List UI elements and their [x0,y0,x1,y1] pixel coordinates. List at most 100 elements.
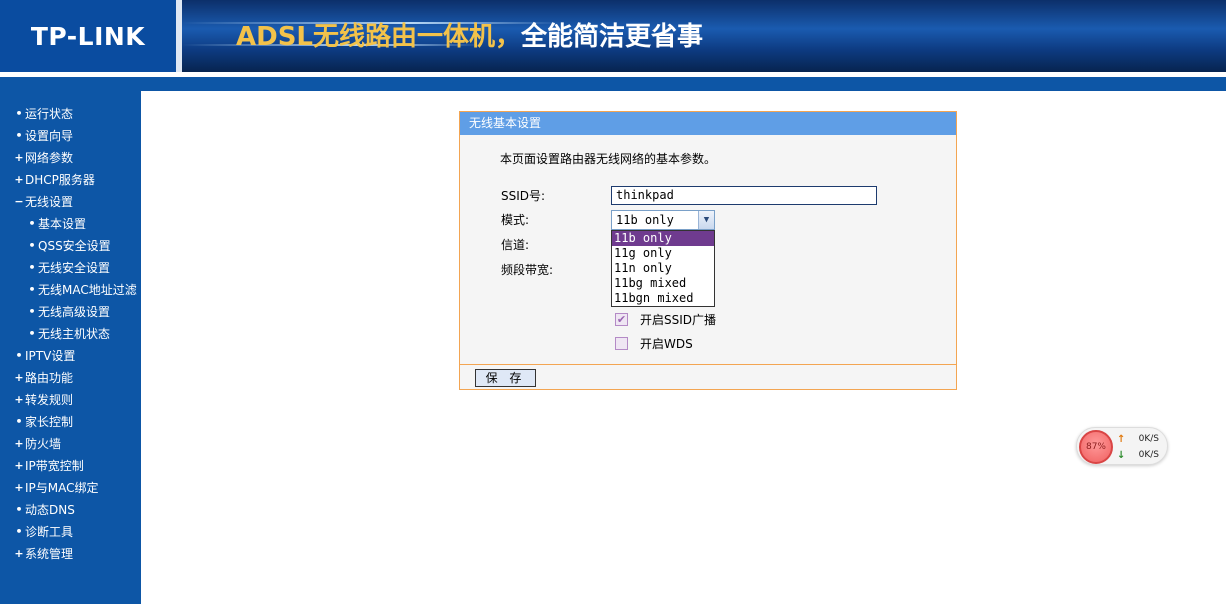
sidebar-item[interactable]: • 设置向导 [0,125,141,147]
slogan-part2: 全能简洁更省事 [521,22,704,52]
sidebar-item-label: IPTV设置 [25,349,76,363]
expand-icon: + [14,393,24,406]
sidebar-item[interactable]: • 运行状态 [0,103,141,125]
panel-footer: 保 存 [460,364,956,389]
sidebar-item[interactable]: • 家长控制 [0,411,141,433]
sidebar-item[interactable]: + 防火墙 [0,433,141,455]
sidebar-item-label: 运行状态 [25,107,74,121]
ssid-broadcast-label: 开启SSID广播 [640,313,717,327]
sidebar-item-label: 网络参数 [25,151,74,165]
expand-icon: + [14,371,24,384]
sidebar-item-label: 无线高级设置 [38,305,111,319]
wds-row: 开启WDS [615,335,693,352]
mode-dropdown-list: 11b only 11g only 11n only 11bg mixed 11… [611,230,715,307]
download-speed-value: 0K/S [1138,450,1159,460]
network-speed-widget[interactable]: 87% ↑ 0K/S ↓ 0K/S [1076,427,1168,465]
sidebar-item-label: 系统管理 [25,547,74,561]
channel-label: 信道: [501,238,530,252]
bullet-icon: • [28,261,36,274]
sidebar-item[interactable]: • 基本设置 [0,213,141,235]
sidebar-item[interactable]: • 动态DNS [0,499,141,521]
sidebar-item[interactable]: • 无线安全设置 [0,257,141,279]
chevron-down-icon[interactable]: ▼ [698,211,714,229]
ssid-broadcast-row: ✔ 开启SSID广播 [615,311,716,328]
save-button[interactable]: 保 存 [475,369,536,387]
upload-speed-value: 0K/S [1138,434,1159,444]
panel-title: 无线基本设置 [460,112,956,135]
sidebar-item-label: 路由功能 [25,371,74,385]
wireless-basic-settings-panel: 无线基本设置 本页面设置路由器无线网络的基本参数。 SSID号: thinkpa… [459,111,957,390]
panel-description: 本页面设置路由器无线网络的基本参数。 [500,152,717,166]
sidebar-item-label: 防火墙 [25,437,62,451]
sidebar-item-label: 无线主机状态 [38,327,111,341]
arrow-down-icon: ↓ [1117,450,1126,461]
sidebar-nav: • 运行状态 • 设置向导 + 网络参数 + DHCP服务器 − 无线设置 • 基本设置 • QSS安全设… [0,103,141,565]
bullet-icon: • [15,503,23,516]
expand-icon: + [14,437,24,450]
sidebar-item-label: 无线设置 [25,195,74,209]
sidebar-item[interactable]: • 无线主机状态 [0,323,141,345]
logo-text: TP-LINK [30,21,146,51]
collapse-icon: − [14,195,24,208]
expand-icon: + [14,173,24,186]
bullet-icon: • [15,129,23,142]
sidebar-item[interactable]: + DHCP服务器 [0,169,141,191]
ssid-broadcast-checkbox[interactable]: ✔ [615,313,628,326]
mode-option[interactable]: 11bgn mixed [612,291,714,306]
sidebar-item[interactable]: • 诊断工具 [0,521,141,543]
slogan-part1: ADSL无线路由一体机， [236,22,521,52]
sidebar-item-label: 无线MAC地址过滤 [38,283,137,297]
sidebar-item-label: 动态DNS [25,503,75,517]
sidebar-item-label: 家长控制 [25,415,74,429]
sidebar-item-label: 无线安全设置 [38,261,111,275]
bullet-icon: • [15,349,23,362]
bullet-icon: • [28,239,36,252]
sidebar-item[interactable]: + 网络参数 [0,147,141,169]
bullet-icon: • [28,217,36,230]
sidebar-item[interactable]: • QSS安全设置 [0,235,141,257]
mode-label: 模式: [501,213,530,227]
header: TP-LINK ADSL无线路由一体机，全能简洁更省事 [0,0,1226,72]
sidebar-item[interactable]: + 系统管理 [0,543,141,565]
bullet-icon: • [28,283,36,296]
mode-option[interactable]: 11n only [612,261,714,276]
sidebar-item[interactable]: − 无线设置 [0,191,141,213]
expand-icon: + [14,459,24,472]
header-band [0,77,1226,91]
usage-percent-badge: 87% [1079,430,1113,464]
sidebar-item-label: 诊断工具 [25,525,74,539]
bullet-icon: • [28,327,36,340]
bullet-icon: • [28,305,36,318]
sidebar-item-label: IP带宽控制 [25,459,84,473]
tp-link-logo: TP-LINK [0,0,176,72]
bandwidth-label: 频段带宽: [501,263,554,277]
sidebar-item[interactable]: • 无线MAC地址过滤 [0,279,141,301]
bullet-icon: • [15,107,23,120]
expand-icon: + [14,547,24,560]
bullet-icon: • [15,525,23,538]
sidebar-item[interactable]: + 转发规则 [0,389,141,411]
wds-checkbox[interactable] [615,337,628,350]
arrow-up-icon: ↑ [1117,434,1126,445]
sidebar-item[interactable]: • 无线高级设置 [0,301,141,323]
sidebar-item[interactable]: + IP与MAC绑定 [0,477,141,499]
banner-slogan: ADSL无线路由一体机，全能简洁更省事 [236,16,703,53]
mode-select-value: 11b only [616,213,674,227]
sidebar-item[interactable]: + 路由功能 [0,367,141,389]
wds-label: 开启WDS [640,337,693,351]
mode-option[interactable]: 11b only [612,231,714,246]
bullet-icon: • [15,415,23,428]
ssid-label: SSID号: [501,189,546,203]
sidebar-item-label: IP与MAC绑定 [25,481,99,495]
sidebar-item[interactable]: • IPTV设置 [0,345,141,367]
mode-option[interactable]: 11bg mixed [612,276,714,291]
sidebar-item[interactable]: + IP带宽控制 [0,455,141,477]
sidebar-item-label: 转发规则 [25,393,74,407]
sidebar-item-label: DHCP服务器 [25,173,95,187]
sidebar-item-label: 设置向导 [25,129,74,143]
ssid-input[interactable]: thinkpad [611,186,877,205]
sidebar-item-label: 基本设置 [38,217,87,231]
expand-icon: + [14,151,24,164]
mode-select[interactable]: 11b only ▼ [611,210,715,230]
mode-option[interactable]: 11g only [612,246,714,261]
